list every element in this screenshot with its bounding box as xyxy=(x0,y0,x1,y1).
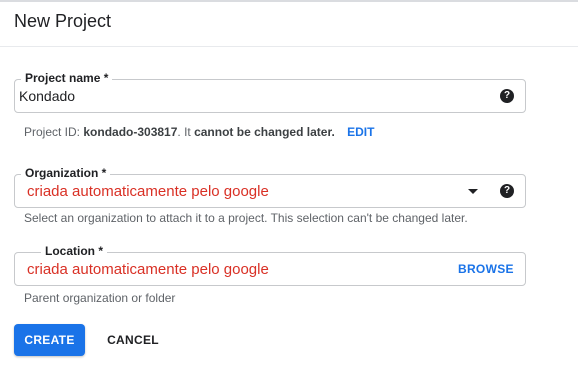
question-circle-icon[interactable]: ? xyxy=(500,184,514,198)
organization-select[interactable]: Organization * criada automaticamente pe… xyxy=(14,166,526,208)
header-divider xyxy=(0,46,578,47)
project-id-middle: . It xyxy=(177,125,195,139)
cancel-button[interactable]: CANCEL xyxy=(100,324,166,356)
browse-button[interactable]: BROWSE xyxy=(458,262,514,276)
project-name-field[interactable]: Project name * Kondado ? xyxy=(14,71,526,113)
project-id-warning: cannot be changed later. xyxy=(194,125,335,139)
location-hint: Parent organization or folder xyxy=(24,291,176,305)
organization-hint: Select an organization to attach it to a… xyxy=(24,211,468,225)
project-id-value: kondado-303817 xyxy=(83,125,178,139)
location-label: Location * xyxy=(41,244,108,258)
organization-label: Organization * xyxy=(21,166,111,180)
location-value: criada automaticamente pelo google xyxy=(27,261,269,278)
project-id-hint: Project ID: kondado-303817. It cannot be… xyxy=(24,125,374,139)
dialog-title: New Project xyxy=(14,11,112,31)
project-name-label: Project name * xyxy=(21,71,113,85)
top-border xyxy=(0,0,578,2)
project-id-prefix: Project ID: xyxy=(24,125,84,139)
location-field[interactable]: Location * criada automaticamente pelo g… xyxy=(14,244,526,286)
create-button[interactable]: CREATE xyxy=(14,324,85,356)
organization-value: criada automaticamente pelo google xyxy=(27,183,269,200)
question-circle-icon[interactable]: ? xyxy=(500,89,514,103)
edit-project-id-link[interactable]: EDIT xyxy=(347,125,374,139)
project-name-input[interactable]: Kondado xyxy=(19,88,75,104)
caret-down-icon[interactable] xyxy=(468,189,478,194)
